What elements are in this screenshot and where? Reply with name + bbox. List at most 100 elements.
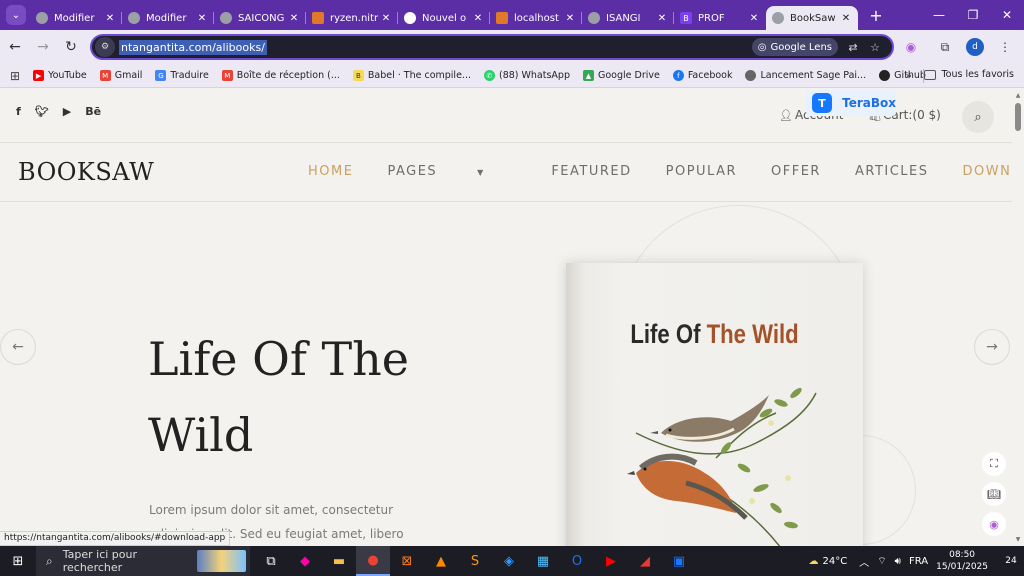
- search-highlight-image: [197, 550, 246, 572]
- outlook-icon[interactable]: O: [560, 546, 594, 576]
- close-icon[interactable]: ✕: [104, 13, 116, 24]
- pdf-icon[interactable]: ◢: [628, 546, 662, 576]
- all-bookmarks-button[interactable]: Tous les favoris: [924, 69, 1014, 80]
- close-icon[interactable]: ✕: [472, 13, 484, 24]
- slider-next-button[interactable]: →: [974, 329, 1010, 365]
- bookmark-youtube[interactable]: ▶ YouTube: [33, 70, 87, 81]
- new-tab-button[interactable]: +: [866, 6, 886, 25]
- bookmark-sage[interactable]: Lancement Sage Pai...: [745, 70, 866, 81]
- scrollbar-thumb[interactable]: [1015, 103, 1021, 131]
- close-icon[interactable]: ✕: [748, 13, 760, 24]
- nav-featured[interactable]: FEATURED: [551, 164, 631, 179]
- network-icon[interactable]: ⌔: [877, 555, 886, 568]
- address-bar[interactable]: ⚙ ntangantita.com/alibooks/ ◎ Google Lens…: [90, 34, 894, 60]
- chevron-up-icon[interactable]: ︿: [859, 554, 869, 569]
- scroll-up-icon[interactable]: ▲: [1014, 92, 1022, 99]
- twitter-icon[interactable]: 🐦︎: [35, 105, 49, 118]
- restore-icon[interactable]: ❐: [956, 0, 990, 30]
- slider-prev-button[interactable]: ←: [0, 329, 36, 365]
- bookmark-inbox[interactable]: M Boîte de réception (...: [221, 70, 340, 81]
- vlc-icon[interactable]: ▲: [424, 546, 458, 576]
- tab-1[interactable]: Modifier ✕: [122, 6, 214, 30]
- tab-4[interactable]: Nouvel o ✕: [398, 6, 490, 30]
- reload-icon[interactable]: ↻: [58, 34, 84, 60]
- facebook-icon[interactable]: f: [16, 105, 21, 118]
- tab-0[interactable]: Modifier ✕: [30, 6, 122, 30]
- forward-arrow-icon[interactable]: →: [30, 34, 56, 60]
- star-icon[interactable]: ☆: [866, 38, 884, 56]
- terabox-app-icon[interactable]: ▣: [662, 546, 696, 576]
- social-links: f 🐦︎ ▶ Bē: [16, 105, 115, 118]
- bookmark-gmail[interactable]: M Gmail: [99, 70, 142, 81]
- tab-5[interactable]: localhost ✕: [490, 6, 582, 30]
- nav-offer[interactable]: OFFER: [771, 164, 821, 179]
- youtube-icon[interactable]: ▶: [63, 105, 71, 118]
- task-view-icon[interactable]: ⧉: [254, 546, 288, 576]
- site-logo[interactable]: BOOKSAW: [18, 158, 154, 186]
- profile-avatar[interactable]: d: [966, 38, 984, 56]
- reader-icon[interactable]: 📖︎: [982, 482, 1006, 506]
- book-cover[interactable]: Life Of The Wild: [566, 263, 863, 546]
- language-indicator[interactable]: FRA: [909, 556, 928, 567]
- bookmark-facebook[interactable]: f Facebook: [672, 70, 732, 81]
- file-explorer-icon[interactable]: ▬: [322, 546, 356, 576]
- url-text[interactable]: ntangantita.com/alibooks/: [119, 39, 267, 55]
- window-controls: — ❐ ✕: [922, 0, 1024, 30]
- close-window-icon[interactable]: ✕: [990, 0, 1024, 30]
- bookmark-traduire[interactable]: G Traduire: [155, 70, 209, 81]
- store-icon[interactable]: ▦: [526, 546, 560, 576]
- terabox-popup[interactable]: T TeraBox: [806, 90, 896, 116]
- page-scrollbar[interactable]: ▲ ▼: [1012, 89, 1024, 546]
- sublime-icon[interactable]: S: [458, 546, 492, 576]
- weather-widget[interactable]: ☁ 24°C: [809, 556, 848, 567]
- nav-popular[interactable]: POPULAR: [666, 164, 737, 179]
- copilot-app-icon[interactable]: ◆: [288, 546, 322, 576]
- back-arrow-icon[interactable]: ←: [2, 34, 28, 60]
- nav-home[interactable]: HOME: [308, 164, 353, 179]
- close-icon[interactable]: ✕: [196, 13, 208, 24]
- chrome-icon[interactable]: ●: [356, 546, 390, 576]
- speaker-icon[interactable]: 🔊︎: [895, 556, 901, 567]
- close-icon[interactable]: ✕: [564, 13, 576, 24]
- more-bookmarks-icon[interactable]: »: [905, 69, 912, 82]
- tab-8-active[interactable]: BookSaw ✕: [766, 6, 858, 30]
- copilot-icon[interactable]: ◉: [982, 512, 1006, 536]
- tab-7[interactable]: B PROF ✕: [674, 6, 766, 30]
- tab-2[interactable]: SAICONG ✕: [214, 6, 306, 30]
- tab-6[interactable]: ISANGI ✕: [582, 6, 674, 30]
- youtube-app-icon[interactable]: ▶: [594, 546, 628, 576]
- taskbar-search[interactable]: ⌕ Taper ici pour rechercher: [36, 546, 250, 576]
- bookmark-whatsapp[interactable]: ✆ (88) WhatsApp: [483, 70, 570, 81]
- arrow-left-icon: ←: [12, 339, 24, 355]
- extensions-icon[interactable]: ⧉: [932, 34, 958, 60]
- search-icon: ⌕: [46, 553, 53, 568]
- behance-icon[interactable]: Bē: [85, 105, 101, 118]
- nav-articles[interactable]: ARTICLES: [855, 164, 929, 179]
- clock[interactable]: 08:50 15/01/2025: [936, 549, 988, 573]
- close-icon[interactable]: ✕: [288, 13, 300, 24]
- bookmark-drive[interactable]: ▲ Google Drive: [582, 70, 660, 81]
- notification-center[interactable]: 24: [998, 546, 1024, 576]
- bookmark-github[interactable]: Github: [879, 70, 926, 81]
- close-icon[interactable]: ✕: [380, 13, 392, 24]
- close-icon[interactable]: ✕: [840, 13, 852, 24]
- translate-icon[interactable]: ⇄: [844, 38, 862, 56]
- vscode-icon[interactable]: ◈: [492, 546, 526, 576]
- menu-dots-icon[interactable]: ⋮: [992, 34, 1018, 60]
- bookmark-babel[interactable]: B Babel · The compile...: [352, 70, 471, 81]
- site-settings-icon[interactable]: ⚙: [95, 37, 115, 57]
- scroll-down-icon[interactable]: ▼: [1014, 536, 1022, 543]
- tab-search-button[interactable]: ⌄: [6, 5, 26, 25]
- windows-start-icon[interactable]: ⊞: [0, 546, 36, 576]
- nav-download-app[interactable]: DOWNLOAD APP: [963, 164, 1012, 179]
- tab-3[interactable]: ryzen.nitr ✕: [306, 6, 398, 30]
- site-search-button[interactable]: ⌕: [962, 101, 994, 133]
- apps-grid-icon[interactable]: ⊞: [10, 69, 20, 83]
- copilot-icon[interactable]: ◉: [898, 34, 924, 60]
- close-icon[interactable]: ✕: [656, 13, 668, 24]
- nav-pages[interactable]: PAGES ▼: [387, 164, 517, 179]
- google-lens-button[interactable]: ◎ Google Lens: [751, 38, 838, 56]
- xampp-icon[interactable]: ⊠: [390, 546, 424, 576]
- minimize-icon[interactable]: —: [922, 0, 956, 30]
- screenshot-icon[interactable]: ⛶: [982, 452, 1006, 476]
